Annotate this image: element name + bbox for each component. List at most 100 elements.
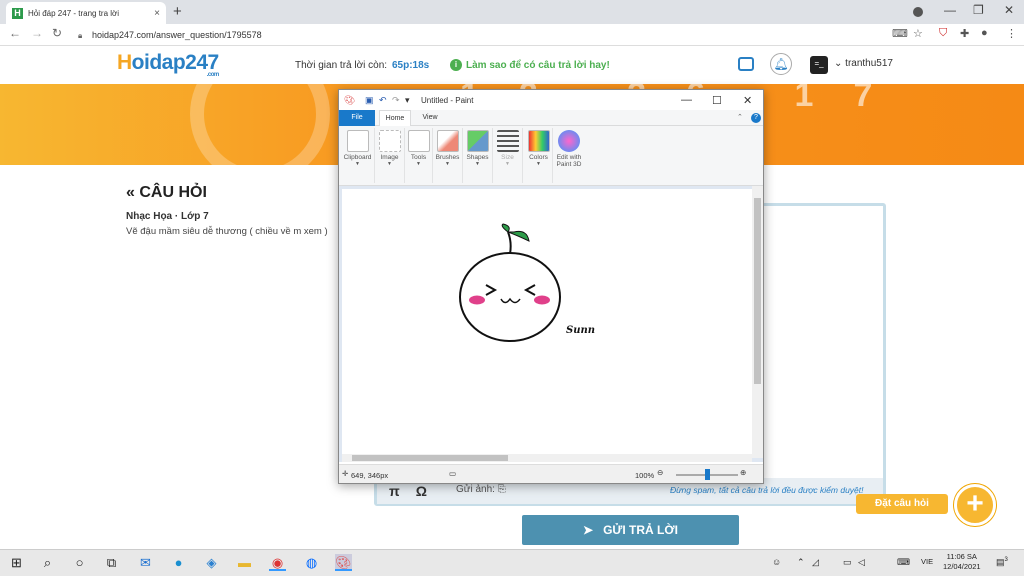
ribbon-group-colors[interactable]: Colors ▼	[525, 128, 553, 183]
profile-icon[interactable]: ●	[981, 27, 988, 39]
canvas-area: Sunn	[339, 186, 763, 462]
extensions-puzzle-icon[interactable]: ✚	[960, 27, 969, 40]
group-label: Colors	[529, 154, 548, 161]
keyboard-icon[interactable]: ⌨	[897, 557, 910, 568]
user-menu[interactable]: ⌄ tranthu517	[834, 58, 893, 69]
search-icon[interactable]: ⌕	[39, 554, 56, 571]
ask-question-label[interactable]: Đặt câu hỏi	[856, 494, 948, 514]
ribbon-group-image[interactable]: Image ▼	[375, 128, 405, 183]
sprout-stem	[507, 231, 512, 255]
site-logo[interactable]: Hoidap247 .com	[117, 51, 220, 78]
vertical-scroll-thumb[interactable]	[754, 198, 761, 384]
group-label: Edit with Paint 3D	[556, 154, 582, 168]
lock-icon: 🔒︎	[78, 30, 83, 40]
ribbon-group-shapes[interactable]: Shapes ▼	[463, 128, 493, 183]
app-icon[interactable]: ◈	[203, 554, 220, 571]
pi-button[interactable]: π	[389, 483, 400, 499]
ribbon-group-paint3d[interactable]: Edit with Paint 3D	[553, 128, 585, 183]
pencil-icon	[407, 130, 430, 152]
group-label: Size	[501, 154, 514, 161]
windows-start-icon[interactable]: ⊞	[8, 554, 25, 571]
paint-taskbar-icon[interactable]: 🎨︎	[335, 554, 352, 571]
ribbon-group-size[interactable]: Size ▼	[493, 128, 523, 183]
collapse-ribbon-icon[interactable]: ⌃	[737, 113, 743, 121]
tray-chevron-icon[interactable]: ⌃	[797, 557, 805, 568]
bell-icon[interactable]: 🔔︎	[770, 53, 792, 75]
submit-answer-button[interactable]: ➤ GỬI TRẢ LỜI	[522, 515, 739, 545]
extension-shield-icon[interactable]: ⛉	[939, 27, 947, 40]
paperclip-icon: ⎘	[497, 484, 506, 495]
notifications-icon[interactable]: ▤3	[996, 557, 1008, 568]
clock[interactable]: 11:06 SA 12/04/2021	[943, 552, 981, 572]
edge-icon[interactable]: ●	[170, 554, 187, 571]
language-indicator[interactable]: VIE	[921, 557, 933, 566]
avatar[interactable]: =_	[810, 56, 828, 74]
clipboard-icon	[346, 130, 369, 152]
tab-view[interactable]: View	[419, 110, 441, 126]
new-tab-button[interactable]: +	[173, 3, 182, 20]
chevron-down-icon: ⌄	[834, 58, 843, 69]
back-button[interactable]: ←	[9, 26, 21, 40]
volume-icon[interactable]: ◁	[858, 557, 865, 568]
close-window-button[interactable]: ✕	[1004, 3, 1014, 17]
cortana-icon[interactable]: ○	[71, 554, 88, 571]
undo-icon[interactable]: ↶	[379, 95, 387, 106]
file-explorer-icon[interactable]: ▬	[236, 554, 253, 571]
shapes-icon	[466, 130, 489, 152]
ask-question-plus-button[interactable]: +	[954, 484, 996, 526]
paint-minimize-button[interactable]: —	[681, 94, 692, 106]
help-icon[interactable]: ?	[751, 113, 761, 123]
network-icon[interactable]: ◿	[812, 557, 819, 568]
address-bar[interactable]: 🔒︎ hoidap247.com/answer_question/1795578	[78, 26, 908, 43]
submit-label: GỬI TRẢ LỜI	[603, 523, 678, 537]
size-lines-icon	[496, 130, 519, 152]
logo-h: H	[117, 51, 132, 74]
restore-button[interactable]: ❐	[973, 3, 984, 17]
chrome-icon[interactable]: ◉	[269, 554, 286, 571]
horizontal-scrollbar[interactable]	[342, 454, 752, 462]
group-label: Shapes	[466, 154, 489, 161]
logo-com: .com	[206, 72, 220, 78]
zoom-in-button[interactable]: ⊕	[740, 468, 746, 477]
chat-icon[interactable]	[738, 57, 754, 71]
task-view-icon[interactable]: ⧉	[103, 554, 120, 571]
tab-close-icon[interactable]: ×	[154, 8, 160, 19]
horizontal-scroll-thumb[interactable]	[352, 455, 508, 461]
quick-access-dropdown-icon[interactable]: ▾	[405, 95, 410, 106]
zoom-slider-thumb[interactable]	[704, 469, 710, 480]
zoom-out-button[interactable]: ⊖	[657, 468, 663, 477]
tab-search-icon[interactable]	[913, 7, 923, 17]
site-favicon-icon: H	[12, 7, 23, 19]
paint-close-button[interactable]: ✕	[743, 94, 752, 107]
battery-icon[interactable]: ▭	[843, 557, 852, 568]
tab-file[interactable]: File	[339, 110, 375, 126]
cursor-coordinates: 649, 346px	[351, 471, 389, 480]
sprout-drawing: Sunn	[459, 223, 595, 342]
drawing-canvas[interactable]: Sunn	[342, 189, 752, 454]
translate-icon[interactable]: ⌨	[892, 27, 908, 40]
forward-button[interactable]: →	[31, 26, 43, 40]
hourglass-decoration	[190, 84, 330, 165]
zalo-icon[interactable]: ◍	[303, 554, 320, 571]
paint-maximize-button[interactable]: ☐	[712, 94, 722, 107]
vertical-scrollbar[interactable]	[752, 186, 763, 458]
people-icon[interactable]: ☺	[772, 557, 781, 567]
tab-home[interactable]: Home	[379, 110, 411, 126]
bookmark-star-icon[interactable]: ☆	[913, 27, 923, 40]
mail-icon[interactable]: ✉	[137, 554, 154, 571]
reload-button[interactable]: ↻	[52, 26, 62, 40]
minimize-button[interactable]: —	[944, 3, 956, 17]
menu-kebab-icon[interactable]: ⋮	[1006, 27, 1017, 40]
ribbon-group-brushes[interactable]: Brushes ▼	[433, 128, 463, 183]
ribbon-group-clipboard[interactable]: Clipboard ▼	[341, 128, 375, 183]
omega-button[interactable]: Ω	[416, 483, 427, 499]
ribbon-group-tools[interactable]: Tools ▼	[405, 128, 433, 183]
save-icon[interactable]: ▣	[365, 95, 374, 106]
paint-titlebar[interactable]: 🎨︎ ▣ ↶ ↷ ▾ Untitled - Paint — ☐ ✕	[339, 90, 763, 110]
paint-window[interactable]: 🎨︎ ▣ ↶ ↷ ▾ Untitled - Paint — ☐ ✕ File H…	[338, 89, 764, 484]
browser-tab[interactable]: H Hỏi đáp 247 - trang tra lời ×	[6, 2, 166, 24]
howto-link[interactable]: i Làm sao để có câu trả lời hay!	[450, 59, 610, 71]
image-select-icon	[378, 130, 401, 152]
redo-icon[interactable]: ↷	[392, 95, 400, 106]
upload-image-button[interactable]: Gửi ảnh: ⎘	[456, 484, 506, 495]
